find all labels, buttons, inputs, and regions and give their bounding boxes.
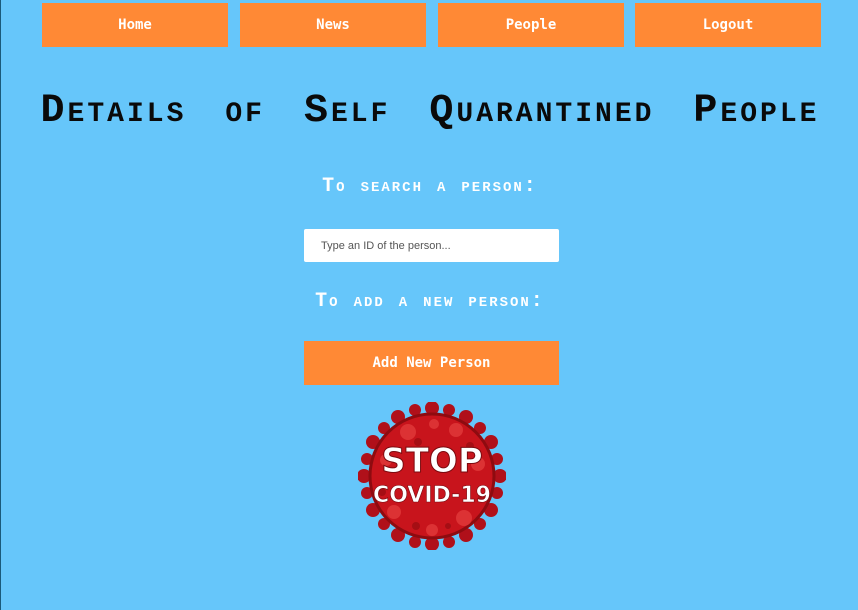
nav-logout-button[interactable]: Logout xyxy=(635,3,821,47)
nav-news-button[interactable]: News xyxy=(240,3,426,47)
nav-people-button[interactable]: People xyxy=(438,3,624,47)
top-nav: Home News People Logout xyxy=(1,3,858,47)
add-section-label: To add a new person: xyxy=(315,290,545,313)
page-title: Details of Self Quarantined People xyxy=(40,89,820,134)
virus-icon: STOP COVID-19 xyxy=(357,401,507,551)
nav-home-button[interactable]: Home xyxy=(42,3,228,47)
logo-covid-text: COVID-19 xyxy=(373,483,491,508)
add-new-person-button[interactable]: Add New Person xyxy=(304,341,559,385)
search-section-label: To search a person: xyxy=(322,175,538,198)
search-input[interactable] xyxy=(304,229,559,262)
logo-stop-text: STOP xyxy=(381,441,483,481)
stop-covid-logo: STOP COVID-19 xyxy=(357,401,507,551)
